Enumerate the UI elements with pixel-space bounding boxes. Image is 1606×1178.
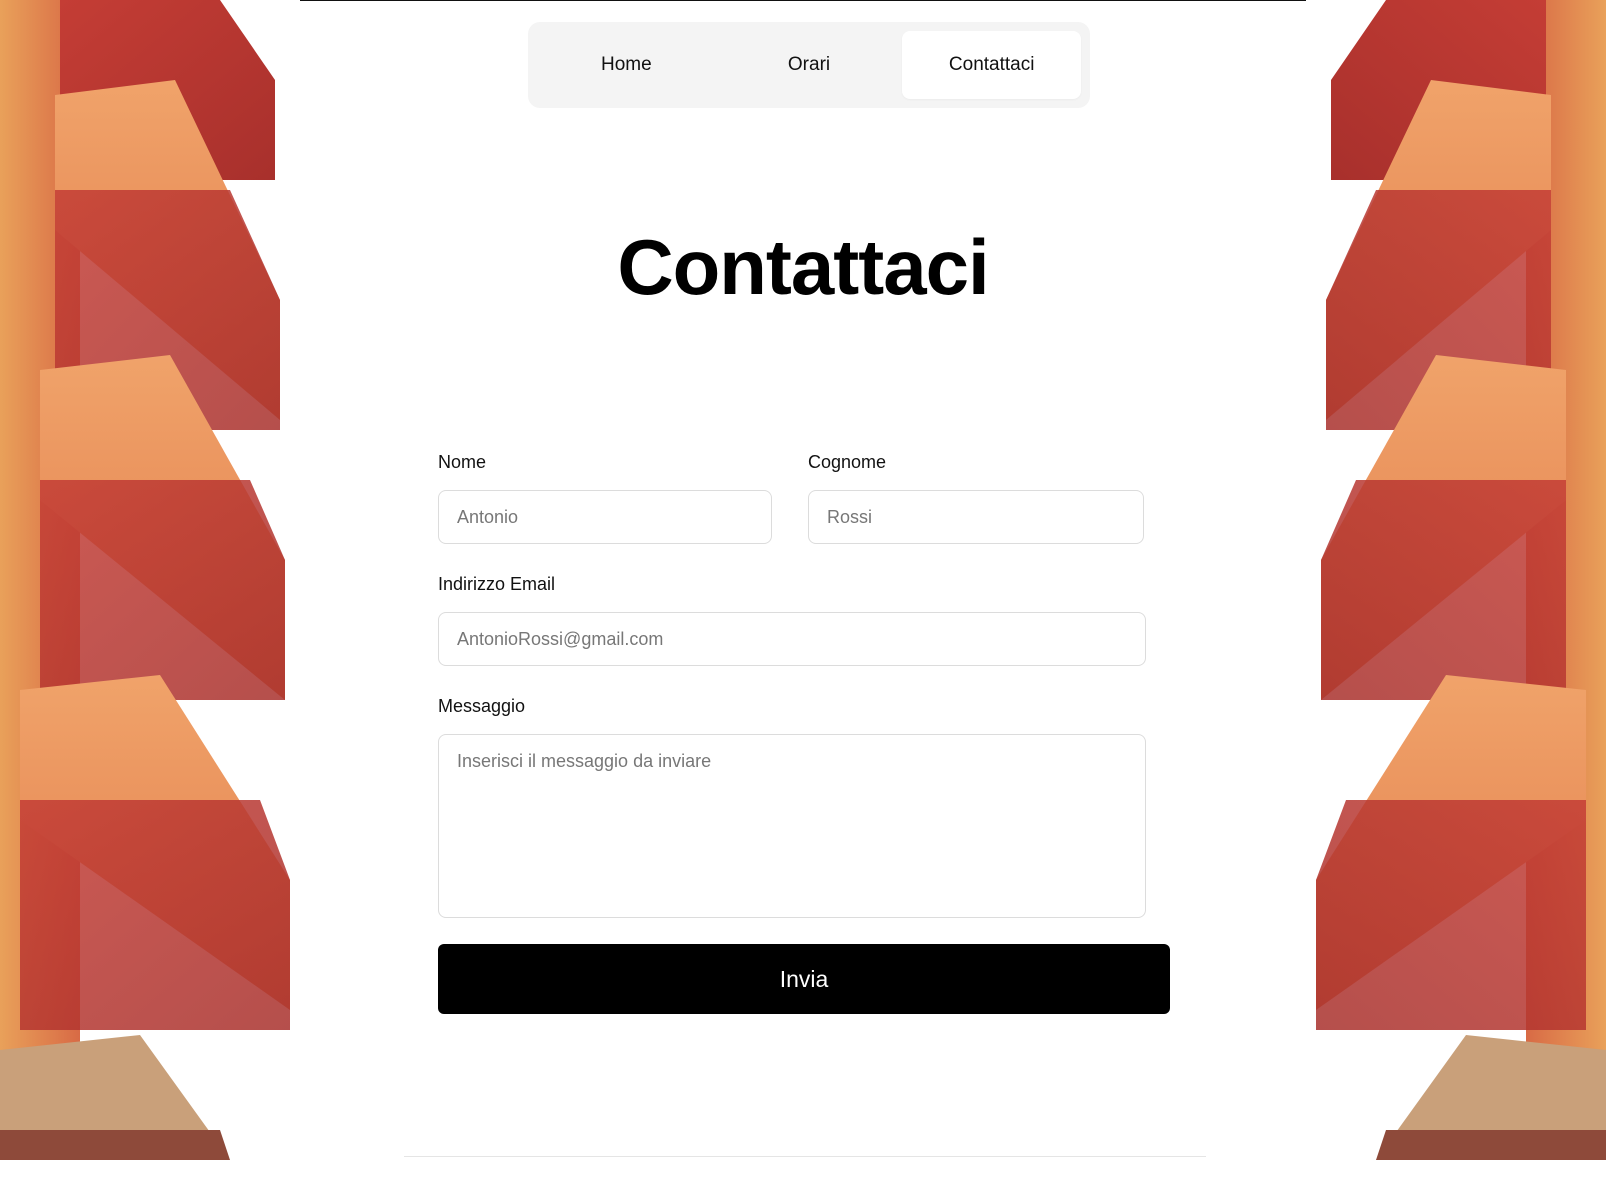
name-row: Nome Antonio Cognome Rossi	[438, 452, 1170, 544]
message-textarea[interactable]: Inserisci il messaggio da inviare	[438, 734, 1146, 918]
building-image-right	[1306, 0, 1606, 1160]
page-title: Contattaci	[617, 223, 989, 311]
contact-form: Nome Antonio Cognome Rossi Indirizzo Ema…	[438, 452, 1170, 1014]
nav-tab-home[interactable]: Home	[537, 31, 716, 99]
submit-button[interactable]: Invia	[438, 944, 1170, 1014]
first-name-field-group: Nome Antonio	[438, 452, 772, 544]
last-name-field-group: Cognome Rossi	[808, 452, 1144, 544]
building-image-left	[0, 0, 300, 1160]
nav-tab-orari[interactable]: Orari	[720, 31, 899, 99]
message-label: Messaggio	[438, 696, 526, 716]
nav-tab-contattaci[interactable]: Contattaci	[902, 31, 1082, 99]
email-label: Indirizzo Email	[438, 574, 556, 594]
main-nav: Home Orari Contattaci	[528, 22, 1090, 108]
message-field-group: Messaggio Inserisci il messaggio da invi…	[438, 696, 1146, 918]
last-name-label: Cognome	[808, 452, 887, 472]
first-name-input[interactable]: Antonio	[438, 490, 772, 544]
footer-divider	[404, 1156, 1206, 1157]
email-input[interactable]: AntonioRossi@gmail.com	[438, 612, 1146, 666]
last-name-input[interactable]: Rossi	[808, 490, 1144, 544]
first-name-label: Nome	[438, 452, 487, 472]
email-field-group: Indirizzo Email AntonioRossi@gmail.com	[438, 574, 1146, 666]
